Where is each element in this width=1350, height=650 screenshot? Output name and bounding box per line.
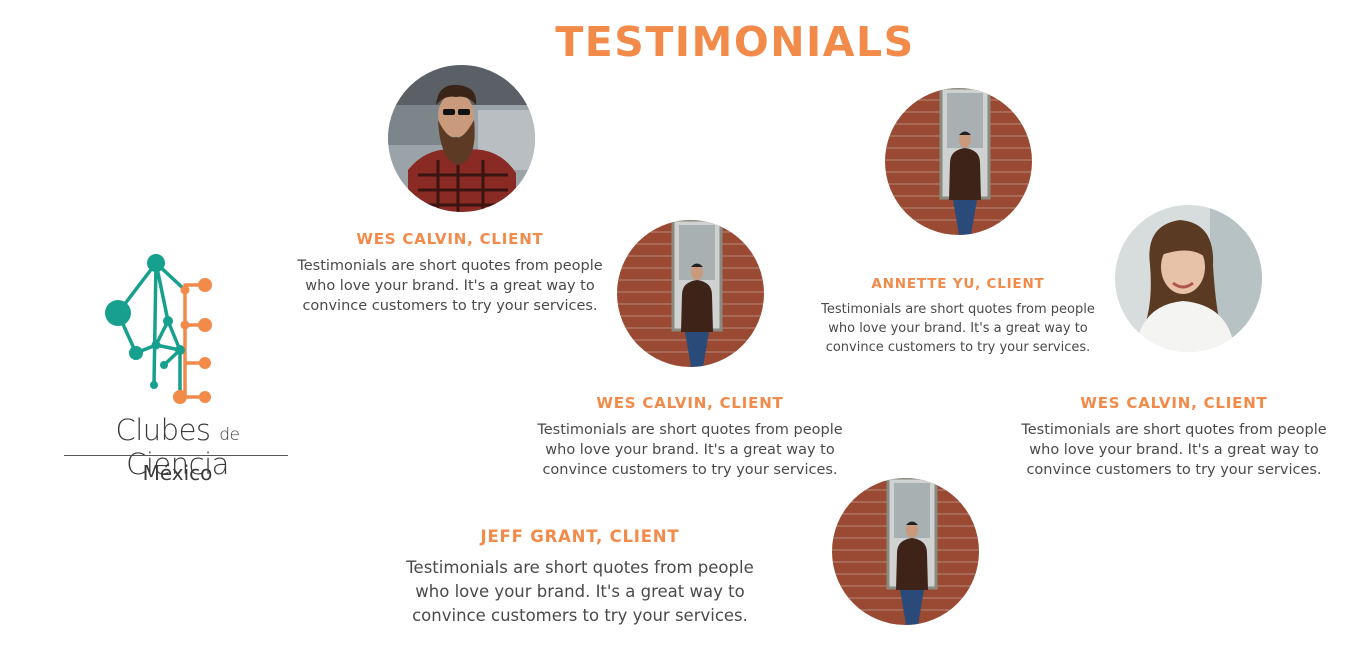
testimonial-card: WES CALVIN, CLIENT Testimonials are shor… (290, 230, 610, 316)
testimonial-name: WES CALVIN, CLIENT (356, 230, 544, 248)
clubes-de-ciencia-logo: Clubes de Ciencia México (60, 245, 295, 495)
man-brick-wall-photo-icon (885, 88, 1032, 235)
testimonial-quote: Testimonials are short quotes from peopl… (821, 302, 1095, 355)
page-title: TESTIMONIALS (555, 18, 915, 66)
testimonial-quote: Testimonials are short quotes from peopl… (537, 422, 843, 478)
bearded-man-photo-icon (388, 65, 535, 212)
testimonial-card: ANNETTE YU, CLIENT Testimonials are shor… (808, 276, 1108, 357)
testimonial-quote: Testimonials are short quotes from peopl… (406, 558, 754, 625)
man-brick-wall-avatar-3 (832, 478, 979, 625)
testimonial-card: JEFF GRANT, CLIENT Testimonials are shor… (385, 527, 775, 628)
testimonial-card: WES CALVIN, CLIENT Testimonials are shor… (530, 394, 850, 480)
testimonial-name: JEFF GRANT, CLIENT (480, 527, 680, 546)
logo-divider (64, 455, 288, 456)
testimonial-name: WES CALVIN, CLIENT (1080, 394, 1268, 412)
testimonial-name: ANNETTE YU, CLIENT (871, 276, 1045, 292)
testimonial-quote: Testimonials are short quotes from peopl… (297, 258, 603, 314)
woman-white-shirt-photo-icon (1115, 205, 1262, 352)
man-brick-wall-photo-icon (832, 478, 979, 625)
bearded-man-avatar (388, 65, 535, 212)
testimonial-name: WES CALVIN, CLIENT (596, 394, 784, 412)
woman-white-shirt-avatar (1115, 205, 1262, 352)
logo-subtitle: México (142, 461, 213, 485)
man-brick-wall-avatar-2 (617, 220, 764, 367)
testimonial-card: WES CALVIN, CLIENT Testimonials are shor… (1014, 394, 1334, 480)
molecule-logo-icon (105, 254, 212, 404)
man-brick-wall-avatar-1 (885, 88, 1032, 235)
testimonial-quote: Testimonials are short quotes from peopl… (1021, 422, 1327, 478)
man-brick-wall-photo-icon (617, 220, 764, 367)
